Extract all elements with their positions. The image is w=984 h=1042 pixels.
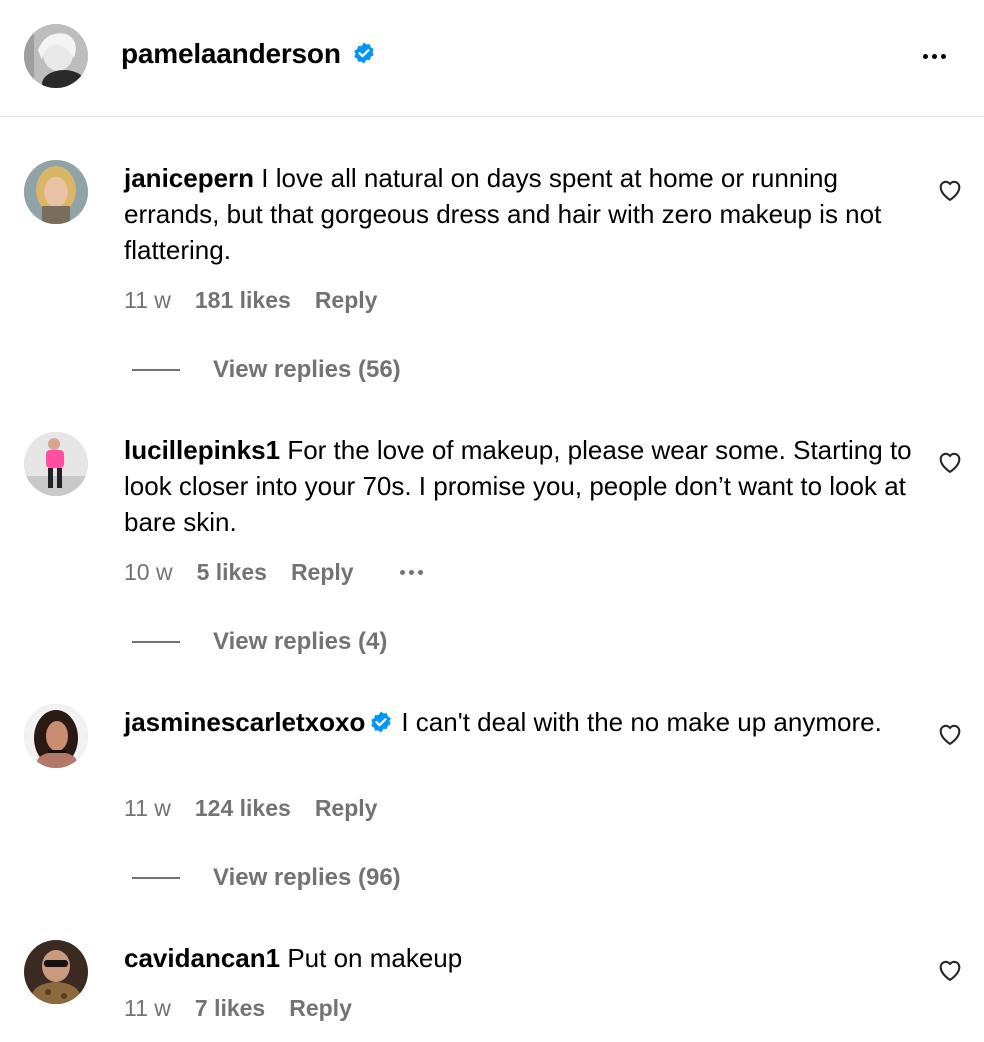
comment-username[interactable]: jasminescarletxoxo bbox=[124, 707, 365, 737]
comment-text-block: jasminescarletxoxo I can't deal with the… bbox=[124, 704, 914, 740]
heart-outline-icon[interactable] bbox=[936, 448, 964, 476]
comment-likes[interactable]: 181 likes bbox=[195, 287, 291, 314]
owner-avatar[interactable] bbox=[24, 24, 88, 88]
comment-options-icon[interactable] bbox=[399, 569, 423, 575]
comment-text-block: janicepern I love all natural on days sp… bbox=[124, 160, 914, 268]
comment-text-block: cavidancan1 Put on makeup bbox=[124, 940, 914, 976]
commenter-avatar[interactable] bbox=[24, 160, 88, 224]
reply-button[interactable]: Reply bbox=[291, 559, 354, 586]
owner-username[interactable]: pamelaanderson bbox=[121, 36, 341, 72]
comment-username[interactable]: lucillepinks1 bbox=[124, 435, 280, 465]
commenter-avatar[interactable] bbox=[24, 704, 88, 768]
reply-button[interactable]: Reply bbox=[315, 795, 378, 822]
view-replies-label: View replies (96) bbox=[213, 864, 401, 891]
comment-meta: 11 w 181 likes Reply bbox=[124, 284, 401, 316]
comment-body: Put on makeup bbox=[287, 943, 463, 973]
view-replies-label: View replies (56) bbox=[213, 356, 401, 383]
heart-outline-icon[interactable] bbox=[936, 720, 964, 748]
more-options-button[interactable] bbox=[914, 44, 954, 68]
comment-timestamp: 10 w bbox=[124, 558, 173, 585]
verified-badge-icon bbox=[371, 711, 392, 733]
verified-badge-icon bbox=[354, 42, 374, 64]
comment-body: I can't deal with the no make up anymore… bbox=[401, 707, 882, 737]
replies-divider bbox=[132, 369, 180, 371]
view-replies-button[interactable]: View replies (4) bbox=[132, 626, 387, 658]
comment-meta: 11 w 124 likes Reply bbox=[124, 792, 401, 824]
view-replies-label: View replies (4) bbox=[213, 628, 388, 655]
comment-timestamp: 11 w bbox=[124, 794, 171, 821]
comment-meta: 10 w 5 likes Reply bbox=[124, 556, 447, 588]
post-header: pamelaanderson bbox=[0, 0, 984, 117]
more-horizontal-icon bbox=[922, 53, 928, 59]
commenter-avatar[interactable] bbox=[24, 432, 88, 496]
commenter-avatar[interactable] bbox=[24, 940, 88, 1004]
comment-likes[interactable]: 7 likes bbox=[195, 995, 265, 1022]
heart-outline-icon[interactable] bbox=[936, 176, 964, 204]
reply-button[interactable]: Reply bbox=[315, 287, 378, 314]
comment-meta: 11 w 7 likes Reply bbox=[124, 992, 376, 1024]
replies-divider bbox=[132, 877, 180, 879]
comment-text-block: lucillepinks1 For the love of makeup, pl… bbox=[124, 432, 914, 540]
comment-username[interactable]: cavidancan1 bbox=[124, 943, 280, 973]
replies-divider bbox=[132, 641, 180, 643]
comment-likes[interactable]: 5 likes bbox=[197, 559, 267, 586]
comment-timestamp: 11 w bbox=[124, 994, 171, 1021]
heart-outline-icon[interactable] bbox=[936, 956, 964, 984]
comment-timestamp: 11 w bbox=[124, 286, 171, 313]
view-replies-button[interactable]: View replies (56) bbox=[132, 354, 401, 386]
reply-button[interactable]: Reply bbox=[289, 995, 352, 1022]
view-replies-button[interactable]: View replies (96) bbox=[132, 862, 401, 894]
comment-likes[interactable]: 124 likes bbox=[195, 795, 291, 822]
comment-username[interactable]: janicepern bbox=[124, 163, 254, 193]
